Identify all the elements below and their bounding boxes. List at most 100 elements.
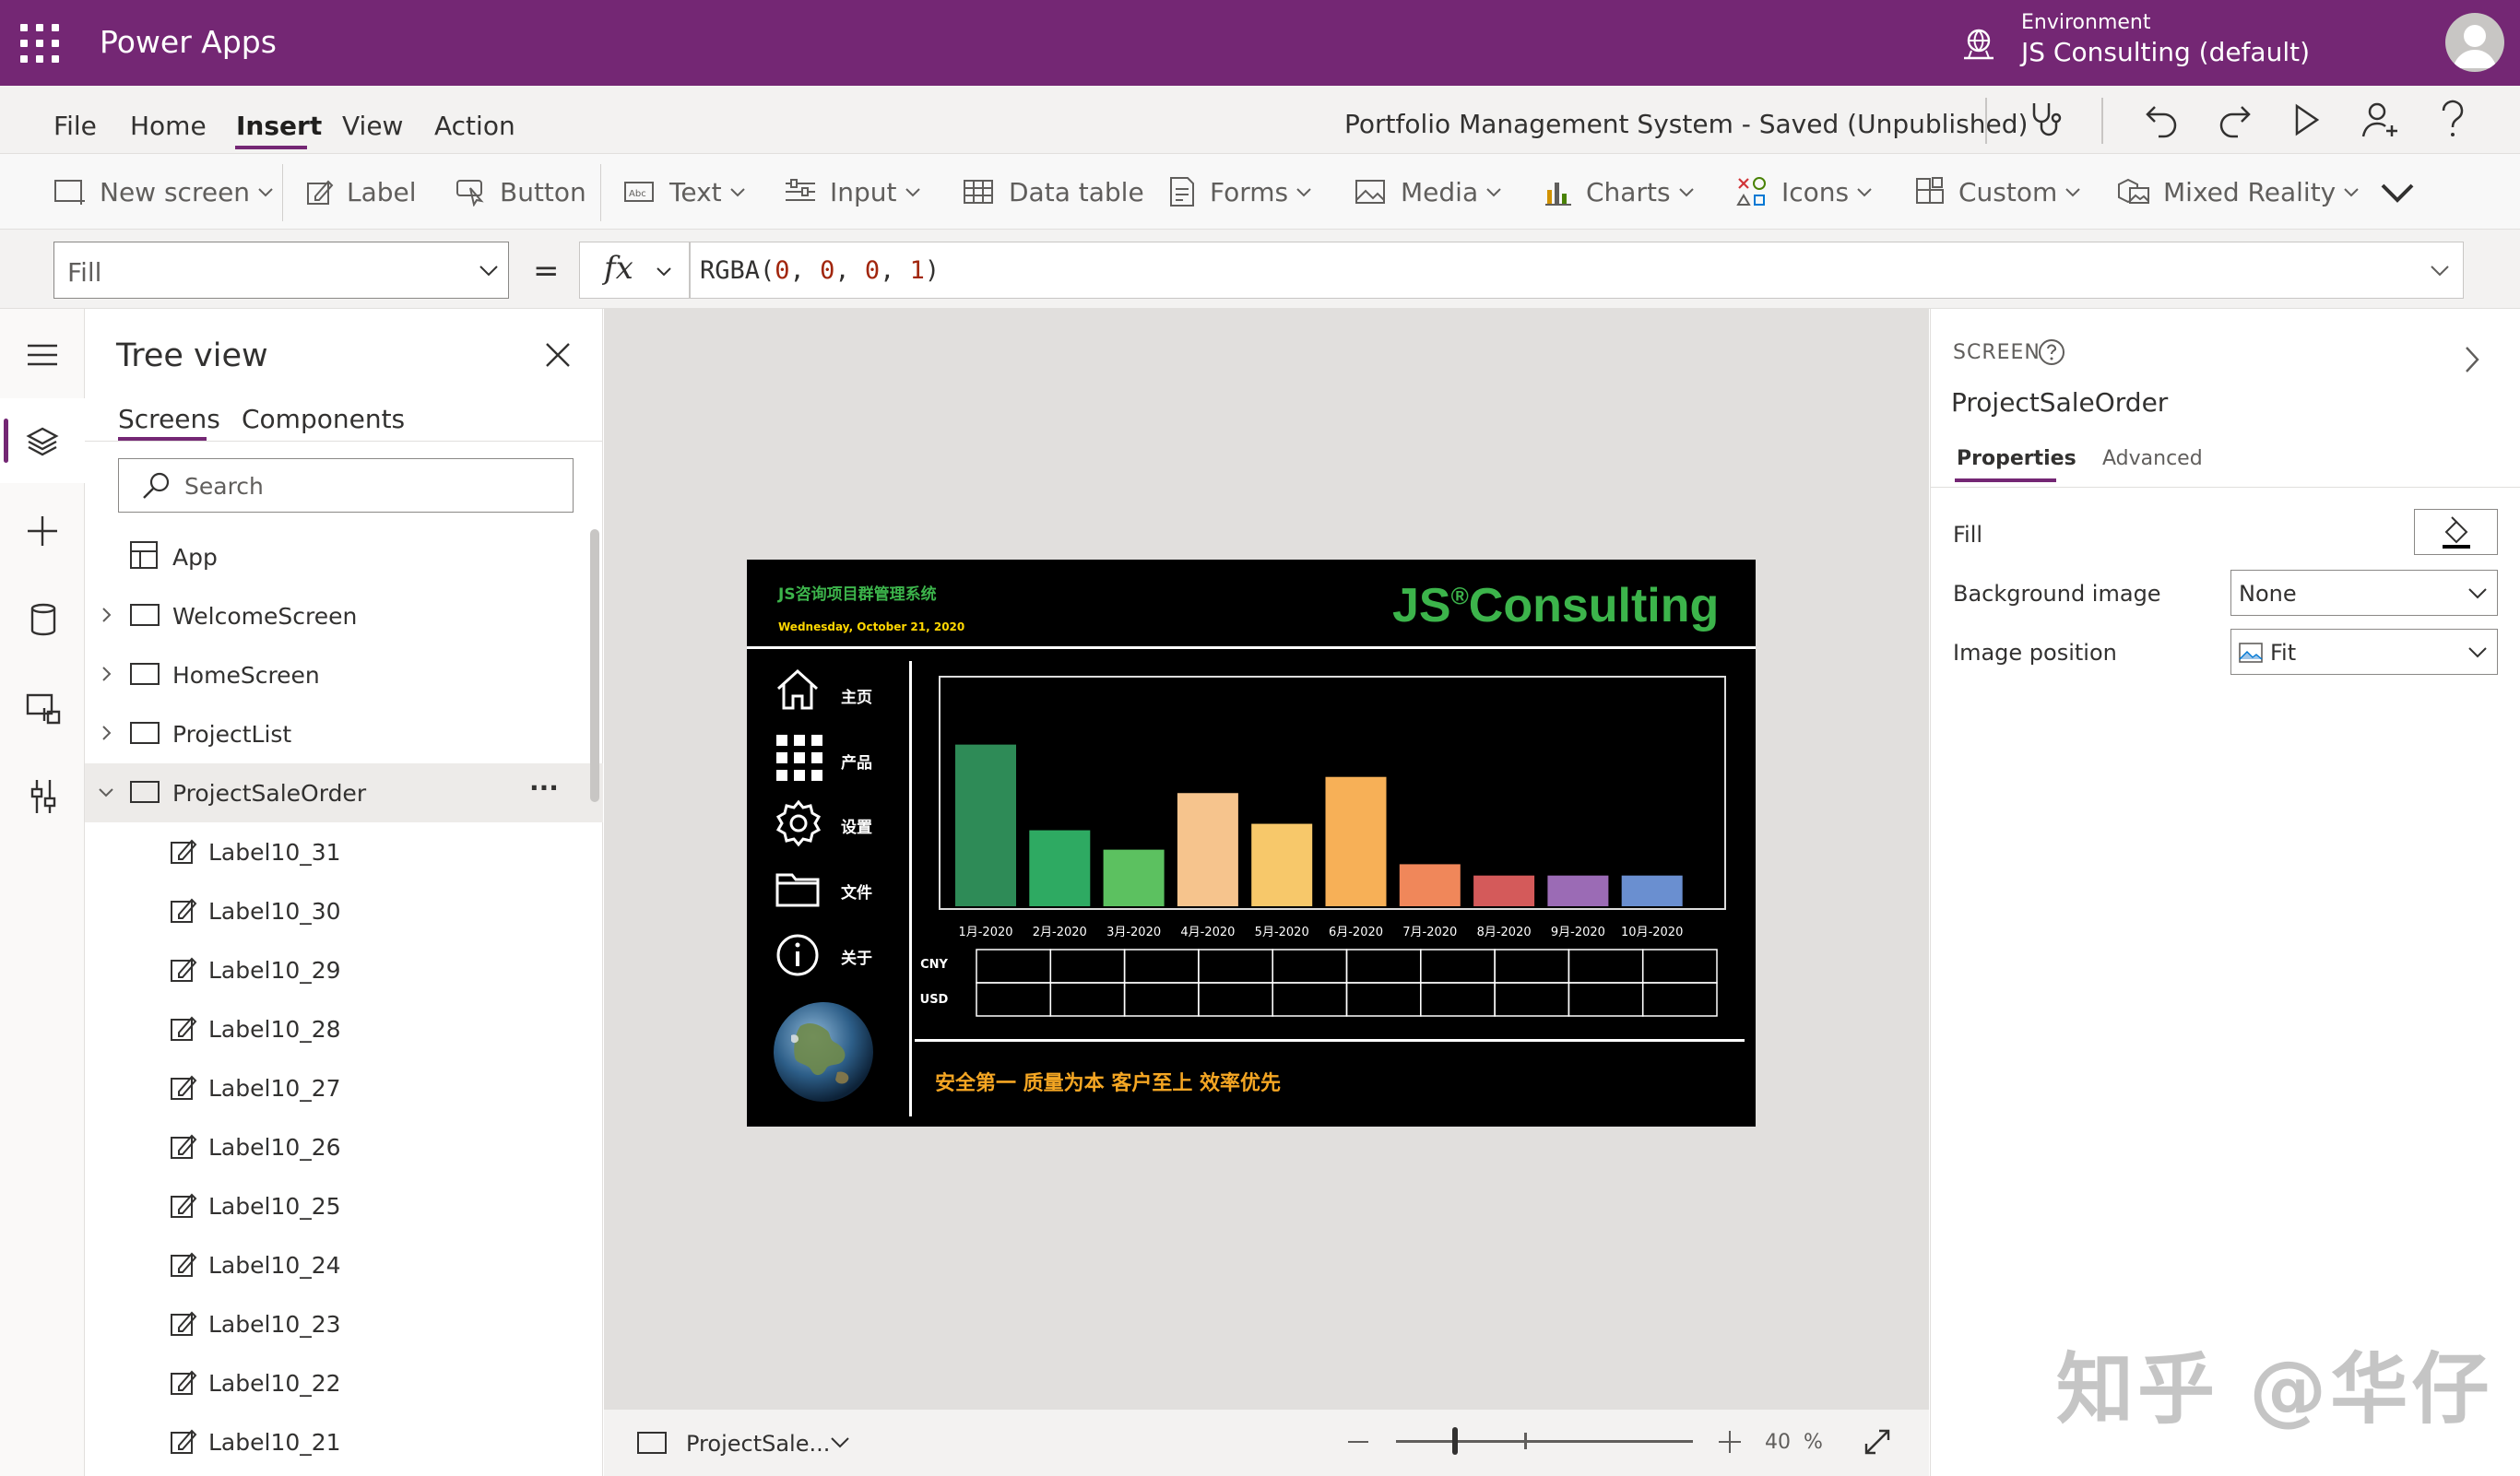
fill-color-picker[interactable]: [2414, 509, 2498, 555]
table-cell: [1420, 949, 1496, 984]
hamburger-menu-icon[interactable]: [26, 343, 59, 367]
environment-icon[interactable]: [1958, 26, 1999, 63]
tree-item-child[interactable]: Label10_31: [85, 822, 603, 881]
input-dropdown[interactable]: Input: [784, 173, 921, 210]
help-icon[interactable]: [2438, 100, 2467, 140]
media-dropdown[interactable]: Media: [1355, 173, 1502, 210]
tree-item-child[interactable]: Label10_29: [85, 940, 603, 999]
tree-item-child[interactable]: Label10_21: [85, 1412, 603, 1471]
menu-action[interactable]: Action: [434, 111, 515, 141]
tree-item-projectsaleorder[interactable]: ProjectSaleOrder ···: [85, 763, 603, 822]
advanced-tools-icon[interactable]: [30, 778, 57, 815]
tree-view-layers-icon[interactable]: [26, 426, 59, 457]
chevron-down-icon: [2468, 588, 2487, 599]
icons-icon: [1736, 177, 1766, 206]
icons-dropdown[interactable]: Icons: [1735, 173, 1873, 210]
data-cylinder-icon[interactable]: [30, 603, 57, 636]
nav-home[interactable]: 主页: [841, 684, 872, 707]
current-screen-name[interactable]: ProjectSale...: [686, 1431, 830, 1457]
more-options-icon[interactable]: ···: [529, 773, 559, 803]
custom-dropdown[interactable]: Custom: [1914, 173, 2081, 210]
tree-item-child[interactable]: Label10_30: [85, 881, 603, 940]
footer-divider: [915, 1039, 1745, 1042]
tree-item-welcomescreen[interactable]: WelcomeScreen: [85, 586, 603, 645]
settings-gear-icon: [775, 799, 822, 847]
play-icon[interactable]: [2292, 103, 2322, 136]
nav-about[interactable]: 关于: [841, 945, 872, 968]
fx-button[interactable]: fx: [579, 242, 690, 299]
zoom-slider[interactable]: [1396, 1440, 1693, 1443]
tab-advanced[interactable]: Advanced: [2102, 447, 2203, 470]
tree-item-app[interactable]: App: [85, 527, 603, 586]
text-input-icon: Abc: [624, 182, 654, 202]
menu-file[interactable]: File: [53, 111, 97, 141]
media-icon[interactable]: [26, 691, 61, 725]
text-dropdown[interactable]: Abc Text: [623, 173, 746, 210]
chevron-down-icon: [1296, 188, 1311, 197]
menu-home[interactable]: Home: [130, 111, 207, 141]
button-icon: [456, 180, 484, 207]
bar-2月-2020: [1029, 830, 1091, 906]
about-info-icon: [776, 934, 819, 976]
tree-item-child[interactable]: Label10_22: [85, 1353, 603, 1412]
nav-settings[interactable]: 设置: [841, 814, 872, 837]
menu-insert[interactable]: Insert: [236, 111, 322, 141]
insert-plus-icon[interactable]: [26, 514, 59, 548]
forms-dropdown[interactable]: Forms: [1167, 173, 1312, 210]
menu-view[interactable]: View: [342, 111, 403, 141]
tree-item-child[interactable]: Label10_27: [85, 1058, 603, 1117]
formula-arg-alpha: 1: [909, 256, 925, 285]
image-position-dropdown[interactable]: Fit: [2230, 629, 2498, 675]
app-launcher-icon[interactable]: [20, 24, 59, 63]
tree-scrollbar[interactable]: [590, 529, 599, 802]
bar-3月-2020: [1103, 849, 1165, 906]
table-cell: [1198, 949, 1273, 984]
screen-icon: [130, 663, 160, 685]
ribbon-expand-chevron-icon[interactable]: [2379, 181, 2416, 205]
divider: [1985, 98, 1987, 144]
chevron-down-icon: [1486, 188, 1501, 197]
tab-properties[interactable]: Properties: [1957, 447, 2076, 470]
custom-label: Custom: [1958, 176, 2058, 207]
tab-screens[interactable]: Screens: [118, 404, 220, 434]
label-button[interactable]: Label: [306, 173, 417, 210]
undo-icon[interactable]: [2144, 100, 2181, 140]
close-icon[interactable]: [544, 341, 572, 369]
divider: [2101, 98, 2103, 144]
nav-products[interactable]: 产品: [841, 750, 872, 773]
share-user-icon[interactable]: [2360, 100, 2401, 140]
x-tick-label: 1月-2020: [958, 926, 1012, 939]
tree-item-child[interactable]: Label10_23: [85, 1294, 603, 1353]
mixed-reality-dropdown[interactable]: Mixed Reality: [2117, 173, 2360, 210]
new-screen-button[interactable]: New screen: [53, 173, 274, 210]
tree-item-label: ProjectList: [172, 721, 292, 748]
nav-files[interactable]: 文件: [841, 880, 872, 903]
user-avatar[interactable]: [2445, 13, 2504, 72]
tree-item-child[interactable]: Label10_25: [85, 1176, 603, 1235]
tree-item-homescreen[interactable]: HomeScreen: [85, 645, 603, 704]
data-table-button[interactable]: Data table: [963, 173, 1144, 210]
charts-dropdown[interactable]: Charts: [1544, 173, 1695, 210]
redo-icon[interactable]: [2216, 100, 2253, 140]
tree-item-projectlist[interactable]: ProjectList: [85, 704, 603, 763]
tree-item-child[interactable]: Label10_26: [85, 1117, 603, 1176]
selected-name[interactable]: ProjectSaleOrder: [1951, 387, 2168, 418]
tree-item-child[interactable]: Label10_28: [85, 999, 603, 1058]
app-checker-icon[interactable]: [2025, 100, 2065, 140]
background-image-dropdown[interactable]: None: [2230, 570, 2498, 616]
tree-item-child[interactable]: Label10_24: [85, 1235, 603, 1294]
app-name[interactable]: Power Apps: [100, 24, 277, 60]
button-button[interactable]: Button: [455, 173, 586, 210]
environment-name[interactable]: JS Consulting (default): [2021, 37, 2310, 67]
search-placeholder: Search: [184, 473, 264, 500]
property-dropdown[interactable]: Fill: [53, 242, 509, 299]
formula-input[interactable]: RGBA(0, 0, 0, 1): [690, 242, 2464, 299]
table-cell: [1272, 949, 1348, 984]
label-control-icon: [171, 1370, 197, 1395]
bar-8月-2020: [1473, 875, 1535, 906]
zoom-slider-thumb[interactable]: [1452, 1427, 1459, 1455]
app-screen-preview[interactable]: JS咨询项目群管理系统 Wednesday, October 21, 2020 …: [747, 560, 1756, 1127]
tab-components[interactable]: Components: [242, 404, 405, 434]
row-label-usd: USD: [919, 993, 949, 1007]
header-divider: [747, 646, 1756, 649]
